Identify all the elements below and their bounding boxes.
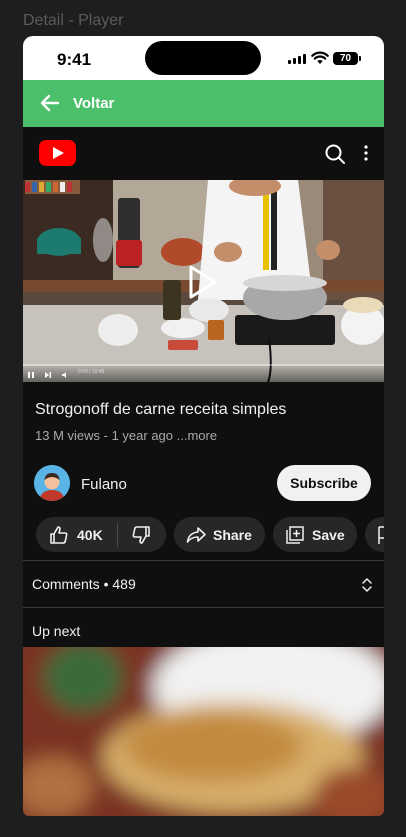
comments-count: 489: [112, 576, 136, 592]
up-next-label: Up next: [32, 623, 81, 639]
cellular-signal-icon: [288, 54, 306, 64]
youtube-top-bar: [23, 127, 384, 180]
video-meta[interactable]: 13 M views - 1 year ago ...more: [35, 428, 217, 443]
divider: [23, 560, 384, 561]
back-arrow-icon[interactable]: [40, 94, 60, 112]
dynamic-island: [145, 41, 261, 75]
like-divider: [117, 522, 118, 547]
battery-indicator: 70: [333, 52, 361, 65]
save-button[interactable]: Save: [273, 517, 357, 552]
video-player[interactable]: 0:00 / 10:45: [23, 180, 384, 382]
like-icon[interactable]: [48, 524, 70, 546]
status-bar: 9:41 70: [23, 36, 384, 80]
more-vert-icon[interactable]: [363, 144, 369, 162]
share-label: Share: [213, 526, 252, 543]
save-label: Save: [312, 526, 345, 543]
play-icon[interactable]: [187, 264, 219, 300]
pause-icon[interactable]: [27, 371, 35, 379]
comments-label: Comments: [32, 576, 100, 592]
subscribe-button[interactable]: Subscribe: [277, 465, 371, 501]
video-views-date: 13 M views - 1 year ago: [35, 428, 174, 443]
phone-screen: 9:41 70 Voltar 0:00 / 10:45 Strogonoff d…: [23, 36, 384, 816]
youtube-logo-icon[interactable]: [39, 140, 76, 166]
share-icon: [186, 526, 206, 543]
more-link[interactable]: ...more: [177, 428, 217, 443]
status-time: 9:41: [57, 50, 92, 69]
volume-icon[interactable]: [61, 371, 69, 379]
thumbnail-image: [23, 647, 384, 816]
share-button[interactable]: Share: [174, 517, 265, 552]
expand-icon[interactable]: [361, 577, 373, 593]
dislike-icon[interactable]: [130, 524, 152, 546]
player-controls: 0:00 / 10:45: [23, 366, 384, 382]
search-icon[interactable]: [324, 143, 346, 165]
like-count[interactable]: 40K: [77, 527, 111, 543]
flag-icon: [378, 525, 384, 544]
more-actions-button[interactable]: [365, 517, 384, 552]
time-readout: 0:00 / 10:45: [78, 369, 105, 375]
channel-name[interactable]: Fulano: [81, 476, 127, 493]
up-next-thumbnail[interactable]: [23, 647, 384, 816]
app-bar: Voltar: [23, 80, 384, 127]
wifi-icon: [311, 51, 329, 64]
avatar-image: [34, 465, 70, 501]
next-icon[interactable]: [44, 371, 52, 379]
comments-header[interactable]: Comments • 489: [32, 576, 136, 592]
like-dislike-pill: 40K: [36, 517, 166, 552]
back-button-label[interactable]: Voltar: [73, 95, 114, 112]
frame-label: Detail - Player: [23, 12, 124, 29]
avatar[interactable]: [34, 465, 70, 501]
divider: [23, 607, 384, 608]
video-title[interactable]: Strogonoff de carne receita simples: [35, 401, 286, 419]
save-icon: [286, 525, 304, 544]
